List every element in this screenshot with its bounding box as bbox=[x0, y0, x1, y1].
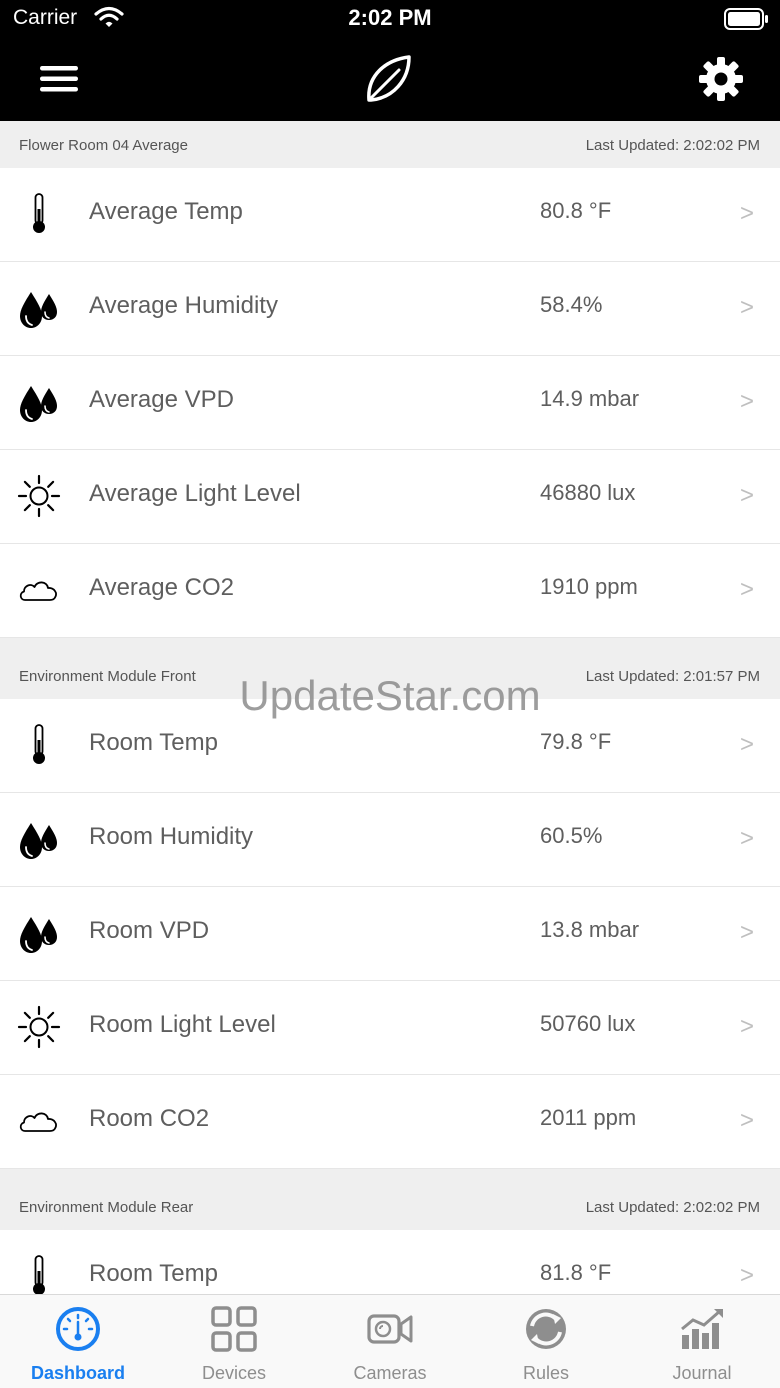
sensor-label: Average Temp bbox=[89, 198, 243, 225]
tab-label: Dashboard bbox=[30, 1363, 126, 1383]
tab-label: Devices bbox=[201, 1363, 267, 1383]
sensor-label: Average VPD bbox=[89, 386, 234, 413]
battery-icon bbox=[724, 8, 770, 34]
sensor-value: 1910 ppm bbox=[540, 574, 638, 599]
cloud-icon bbox=[17, 1099, 61, 1143]
sensor-value: 2011 ppm bbox=[540, 1105, 637, 1130]
status-bar: Carrier 2:02 PM bbox=[0, 0, 780, 40]
tab-cameras[interactable]: Cameras bbox=[312, 1295, 468, 1388]
sun-icon bbox=[17, 474, 61, 518]
sensor-value: 46880 lux bbox=[540, 480, 636, 505]
sensor-value: 58.4% bbox=[540, 292, 603, 317]
tab-label: Cameras bbox=[353, 1363, 427, 1383]
chevron-right-icon: > bbox=[740, 919, 755, 946]
camera-icon bbox=[366, 1305, 414, 1353]
chevron-right-icon: > bbox=[740, 200, 755, 227]
cycle-icon bbox=[522, 1305, 570, 1353]
section-title: Environment Module Rear bbox=[19, 1199, 194, 1216]
sensor-value: 81.8 °F bbox=[540, 1260, 612, 1285]
thermometer-icon bbox=[17, 1254, 61, 1294]
grid-icon bbox=[210, 1305, 258, 1353]
sensor-row[interactable]: Average Light Level 46880 lux > bbox=[0, 450, 780, 544]
sensor-row[interactable]: Room CO2 2011 ppm > bbox=[0, 1075, 780, 1169]
tab-journal[interactable]: Journal bbox=[624, 1295, 780, 1388]
tab-dashboard[interactable]: Dashboard bbox=[0, 1295, 156, 1388]
section-header: Flower Room 04 Average Last Updated: 2:02… bbox=[0, 121, 780, 168]
sensor-row[interactable]: Room VPD 13.8 mbar > bbox=[0, 887, 780, 981]
sensor-label: Average CO2 bbox=[89, 574, 234, 601]
last-updated-text: Last Updated: 2:02:02 PM bbox=[585, 137, 760, 154]
tab-devices[interactable]: Devices bbox=[156, 1295, 312, 1388]
sensor-label: Room Temp bbox=[89, 729, 218, 756]
section-header: Environment Module Rear Last Updated: 2:0… bbox=[0, 1183, 780, 1230]
sensor-row[interactable]: Average VPD 14.9 mbar > bbox=[0, 356, 780, 450]
sensor-row[interactable]: Room Humidity 60.5% > bbox=[0, 793, 780, 887]
sensor-label: Average Humidity bbox=[89, 292, 278, 319]
chevron-right-icon: > bbox=[740, 1013, 755, 1040]
watermark-text: UpdateStar.com bbox=[239, 672, 541, 719]
sensor-row[interactable]: Average CO2 1910 ppm > bbox=[0, 544, 780, 638]
chevron-right-icon: > bbox=[740, 1262, 755, 1289]
chevron-right-icon: > bbox=[740, 731, 755, 758]
section-divider bbox=[0, 638, 780, 652]
status-time: 2:02 PM bbox=[348, 5, 432, 30]
sensor-value: 14.9 mbar bbox=[540, 386, 640, 411]
tab-bar: Dashboard Devices Cameras Rules Journal bbox=[0, 1294, 780, 1388]
chevron-right-icon: > bbox=[740, 294, 755, 321]
sensor-label: Room VPD bbox=[89, 917, 210, 944]
sensor-value: 60.5% bbox=[540, 823, 603, 848]
gauge-icon bbox=[54, 1305, 102, 1353]
chevron-right-icon: > bbox=[740, 388, 755, 415]
gear-icon[interactable] bbox=[698, 56, 744, 102]
sun-icon bbox=[17, 1005, 61, 1049]
sensor-value: 79.8 °F bbox=[540, 729, 612, 754]
sensor-row[interactable]: Average Humidity 58.4% > bbox=[0, 262, 780, 356]
droplets-icon bbox=[17, 817, 61, 861]
chevron-right-icon: > bbox=[740, 1107, 755, 1134]
sensor-label: Room CO2 bbox=[89, 1105, 210, 1132]
tab-rules[interactable]: Rules bbox=[468, 1295, 624, 1388]
sensor-label: Average Light Level bbox=[89, 480, 301, 507]
sensor-value: 13.8 mbar bbox=[540, 917, 640, 942]
sensor-label: Room Humidity bbox=[89, 823, 254, 850]
thermometer-icon bbox=[17, 192, 61, 236]
section-title: Flower Room 04 Average bbox=[19, 137, 188, 154]
sensor-row[interactable]: Room Light Level 50760 lux > bbox=[0, 981, 780, 1075]
last-updated-text: Last Updated: 2:02:02 PM bbox=[585, 1199, 760, 1216]
sensor-value: 50760 lux bbox=[540, 1011, 636, 1036]
cloud-icon bbox=[17, 568, 61, 612]
chevron-right-icon: > bbox=[740, 482, 755, 509]
sensor-label: Room Light Level bbox=[89, 1011, 276, 1038]
sensor-value: 80.8 °F bbox=[540, 198, 612, 223]
section-divider bbox=[0, 1169, 780, 1183]
chart-icon bbox=[678, 1305, 726, 1353]
droplets-icon bbox=[17, 286, 61, 330]
sensor-row[interactable]: Room Temp 81.8 °F > bbox=[0, 1230, 780, 1294]
droplets-icon bbox=[17, 380, 61, 424]
droplets-icon bbox=[17, 911, 61, 955]
sensor-row[interactable]: Average Temp 80.8 °F > bbox=[0, 168, 780, 262]
tab-label: Rules bbox=[522, 1363, 570, 1383]
hamburger-menu-icon[interactable] bbox=[37, 60, 81, 98]
sensor-label: Room Temp bbox=[89, 1260, 218, 1287]
chevron-right-icon: > bbox=[740, 576, 755, 603]
leaf-logo-icon bbox=[365, 54, 413, 108]
top-bar: Carrier 2:02 PM bbox=[0, 0, 780, 121]
tab-label: Journal bbox=[672, 1363, 732, 1383]
thermometer-icon bbox=[17, 723, 61, 767]
chevron-right-icon: > bbox=[740, 825, 755, 852]
